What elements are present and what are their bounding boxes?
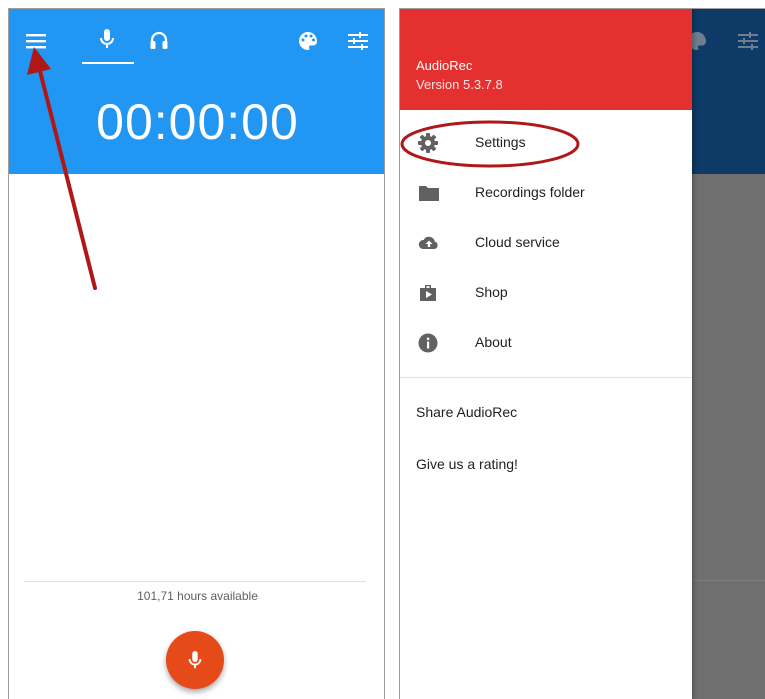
info-icon	[418, 333, 438, 353]
drawer-header: AudioRec Version 5.3.7.8	[400, 9, 692, 110]
navigation-drawer: AudioRec Version 5.3.7.8 Settings Record…	[400, 9, 692, 699]
main-screen: 00:00:00 101,71 hours available	[8, 8, 385, 699]
menu-item-cloud-service[interactable]: Cloud service	[400, 219, 692, 269]
drawer-divider	[400, 377, 692, 378]
menu-label-settings: Settings	[475, 134, 526, 150]
menu-label-recordings-folder: Recordings folder	[475, 184, 585, 200]
share-app-item[interactable]: Share AudioRec	[416, 404, 517, 420]
rate-app-item[interactable]: Give us a rating!	[416, 456, 518, 472]
menu-item-recordings-folder[interactable]: Recordings folder	[400, 169, 692, 219]
tune-icon	[738, 32, 758, 50]
dimmed-divider	[692, 580, 765, 581]
app-version: Version 5.3.7.8	[416, 77, 503, 92]
menu-label-cloud-service: Cloud service	[475, 234, 560, 250]
menu-label-about: About	[475, 334, 512, 350]
annotation-arrow	[27, 47, 97, 290]
drawer-screen: AudioRec Version 5.3.7.8 Settings Record…	[399, 8, 765, 699]
menu-item-about[interactable]: About	[400, 319, 692, 369]
menu-item-shop[interactable]: Shop	[400, 269, 692, 319]
shop-icon	[420, 285, 436, 301]
app-name: AudioRec	[416, 58, 473, 73]
menu-item-settings[interactable]: Settings	[400, 119, 692, 169]
folder-icon	[419, 186, 439, 201]
gear-icon	[418, 133, 438, 153]
cloud-upload-icon	[418, 236, 438, 249]
menu-label-shop: Shop	[475, 284, 508, 300]
